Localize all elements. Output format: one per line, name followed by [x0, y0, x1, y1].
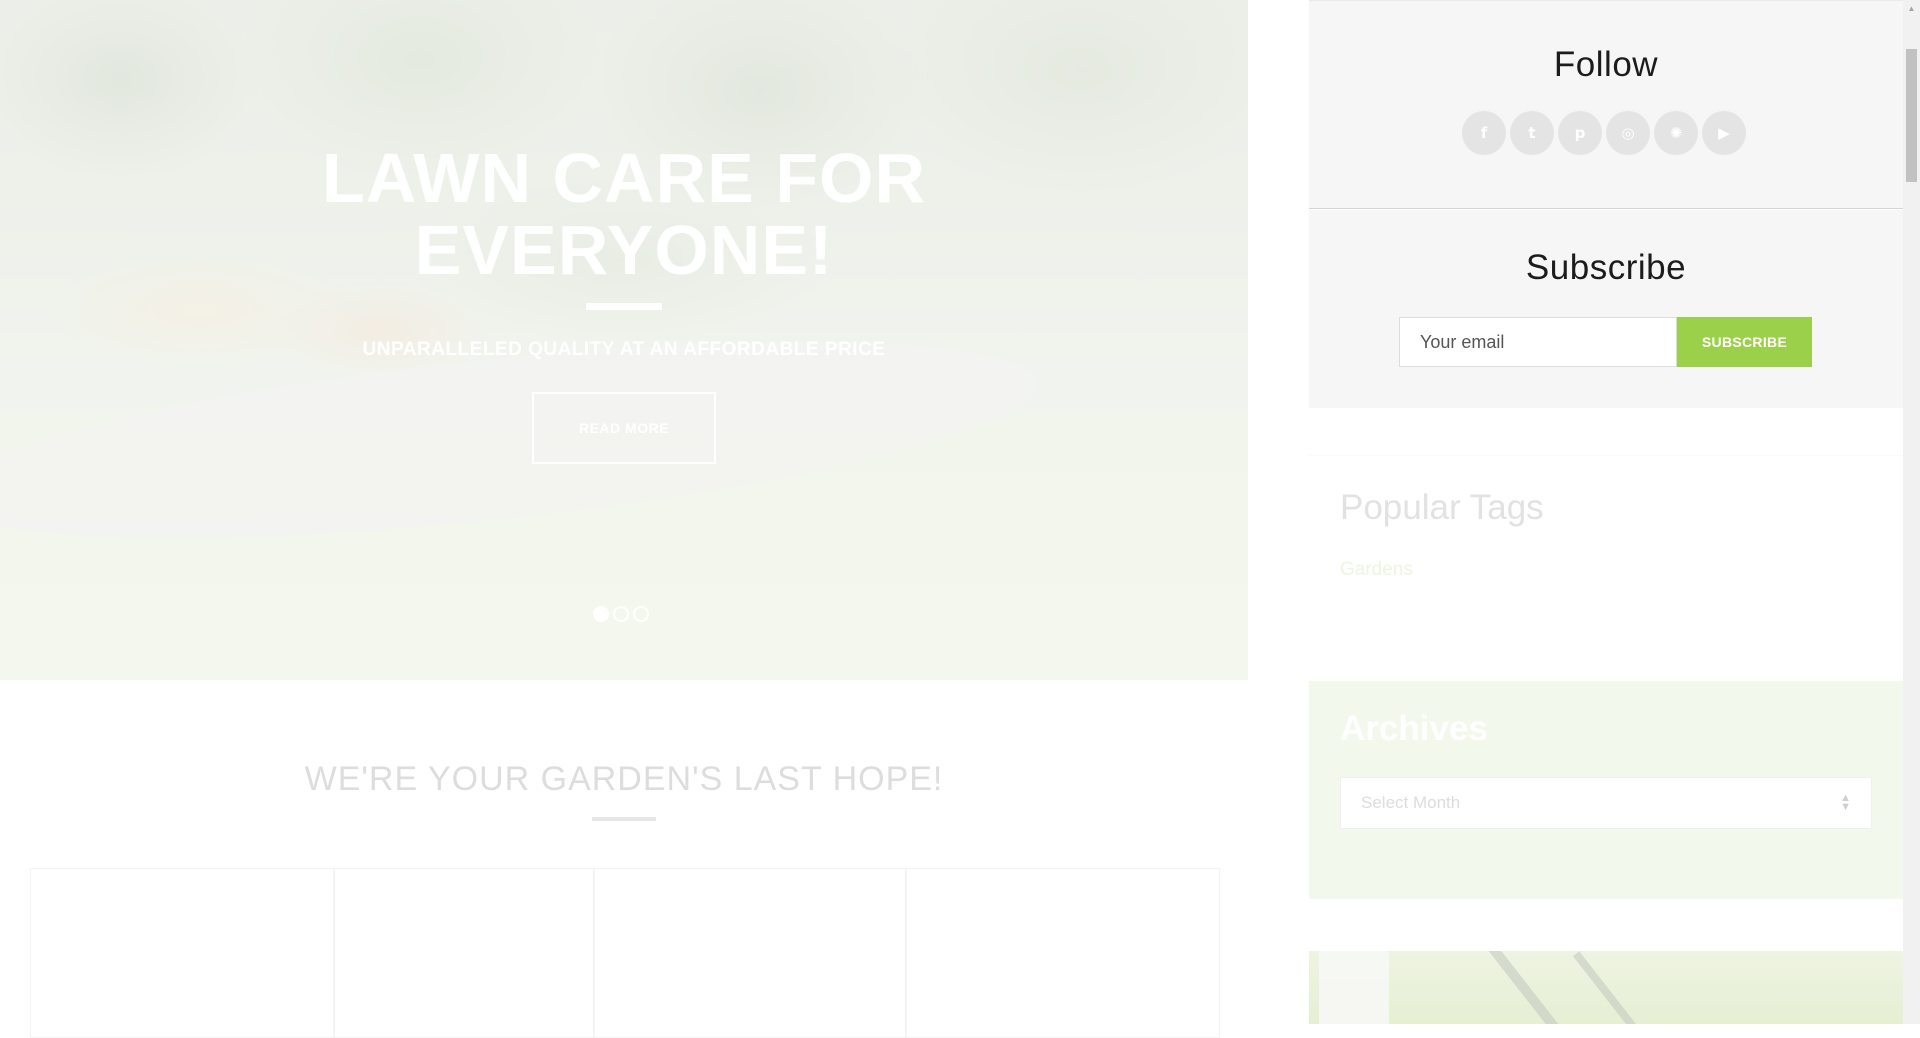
slider-dot-3[interactable] [633, 606, 649, 622]
archive-month-select[interactable]: Select Month ▲ ▼ [1340, 777, 1872, 829]
sidebar: Follow f t p ◎ ✺ ▶ Subscribe SUBSCRIBE P… [1309, 0, 1903, 1024]
scroll-up-arrow-icon[interactable]: ▲ [1903, 0, 1920, 17]
read-more-button[interactable]: READ MORE [532, 392, 716, 464]
popular-tags-widget: Popular Tags Gardens [1309, 455, 1903, 655]
follow-widget: Follow f t p ◎ ✺ ▶ [1309, 0, 1903, 209]
service-card [594, 868, 906, 1038]
twitter-icon[interactable]: t [1510, 111, 1554, 155]
archive-select-value: Select Month [1361, 793, 1461, 812]
scroll-thumb[interactable] [1906, 49, 1917, 182]
hero-title: LAWN CARE FOR EVERYONE! [0, 142, 1248, 286]
section-title: WE'RE YOUR GARDEN'S LAST HOPE! [304, 760, 944, 798]
service-card [334, 868, 594, 1038]
image-overlay [1309, 951, 1903, 1024]
page-scrollbar[interactable]: ▲ [1903, 0, 1920, 1024]
tag-link-gardens[interactable]: Gardens [1340, 559, 1413, 581]
instagram-icon[interactable]: ◎ [1606, 111, 1650, 155]
hero-title-line1: LAWN CARE FOR [321, 139, 927, 217]
pinterest-icon[interactable]: p [1558, 111, 1602, 155]
service-card [906, 868, 1220, 1038]
slider-dot-2[interactable] [613, 606, 629, 622]
social-icons: f t p ◎ ✺ ▶ [1462, 111, 1746, 155]
dribbble-icon[interactable]: ✺ [1654, 111, 1698, 155]
archives-title: Archives [1340, 709, 1488, 748]
select-arrows-icon: ▲ ▼ [1840, 792, 1851, 813]
follow-title: Follow [1553, 45, 1659, 84]
popular-tags-title: Popular Tags [1340, 488, 1544, 527]
archives-widget: Archives Select Month ▲ ▼ [1309, 681, 1903, 899]
hero-slider: LAWN CARE FOR EVERYONE! UNPARALLELED QUA… [0, 0, 1248, 680]
section-divider [592, 817, 656, 821]
subscribe-title: Subscribe [1525, 248, 1687, 287]
facebook-icon[interactable]: f [1462, 111, 1506, 155]
email-input[interactable] [1399, 317, 1677, 367]
subscribe-widget: Subscribe SUBSCRIBE [1309, 210, 1903, 408]
youtube-icon[interactable]: ▶ [1702, 111, 1746, 155]
hero-content: LAWN CARE FOR EVERYONE! UNPARALLELED QUA… [0, 0, 1248, 680]
slider-dot-1[interactable] [593, 606, 609, 622]
slider-pagination [593, 606, 649, 622]
service-card [30, 868, 334, 1038]
hero-title-line2: EVERYONE! [414, 211, 834, 289]
subscribe-button[interactable]: SUBSCRIBE [1677, 317, 1812, 367]
promo-image-widget [1309, 951, 1903, 1024]
hero-divider [586, 303, 662, 310]
subscribe-form: SUBSCRIBE [1399, 317, 1812, 367]
hero-subtitle: UNPARALLELED QUALITY AT AN AFFORDABLE PR… [362, 339, 886, 360]
